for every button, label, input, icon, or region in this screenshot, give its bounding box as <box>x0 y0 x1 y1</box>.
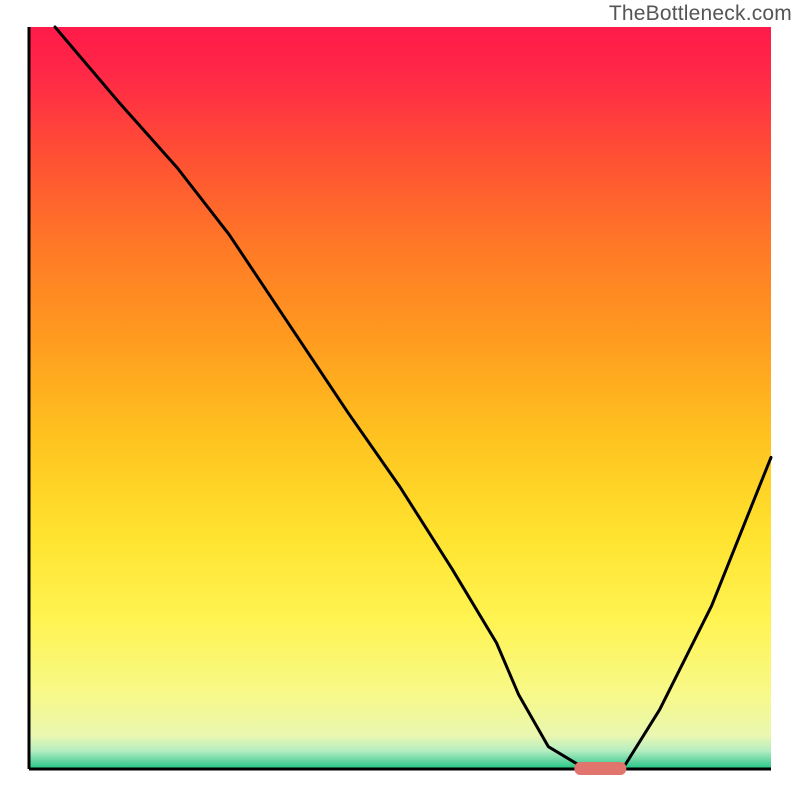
bottleneck-plot <box>0 0 800 800</box>
chart-frame: TheBottleneck.com <box>0 0 800 800</box>
result-marker <box>574 762 626 775</box>
gradient-area <box>29 27 771 769</box>
watermark-label: TheBottleneck.com <box>609 2 792 26</box>
